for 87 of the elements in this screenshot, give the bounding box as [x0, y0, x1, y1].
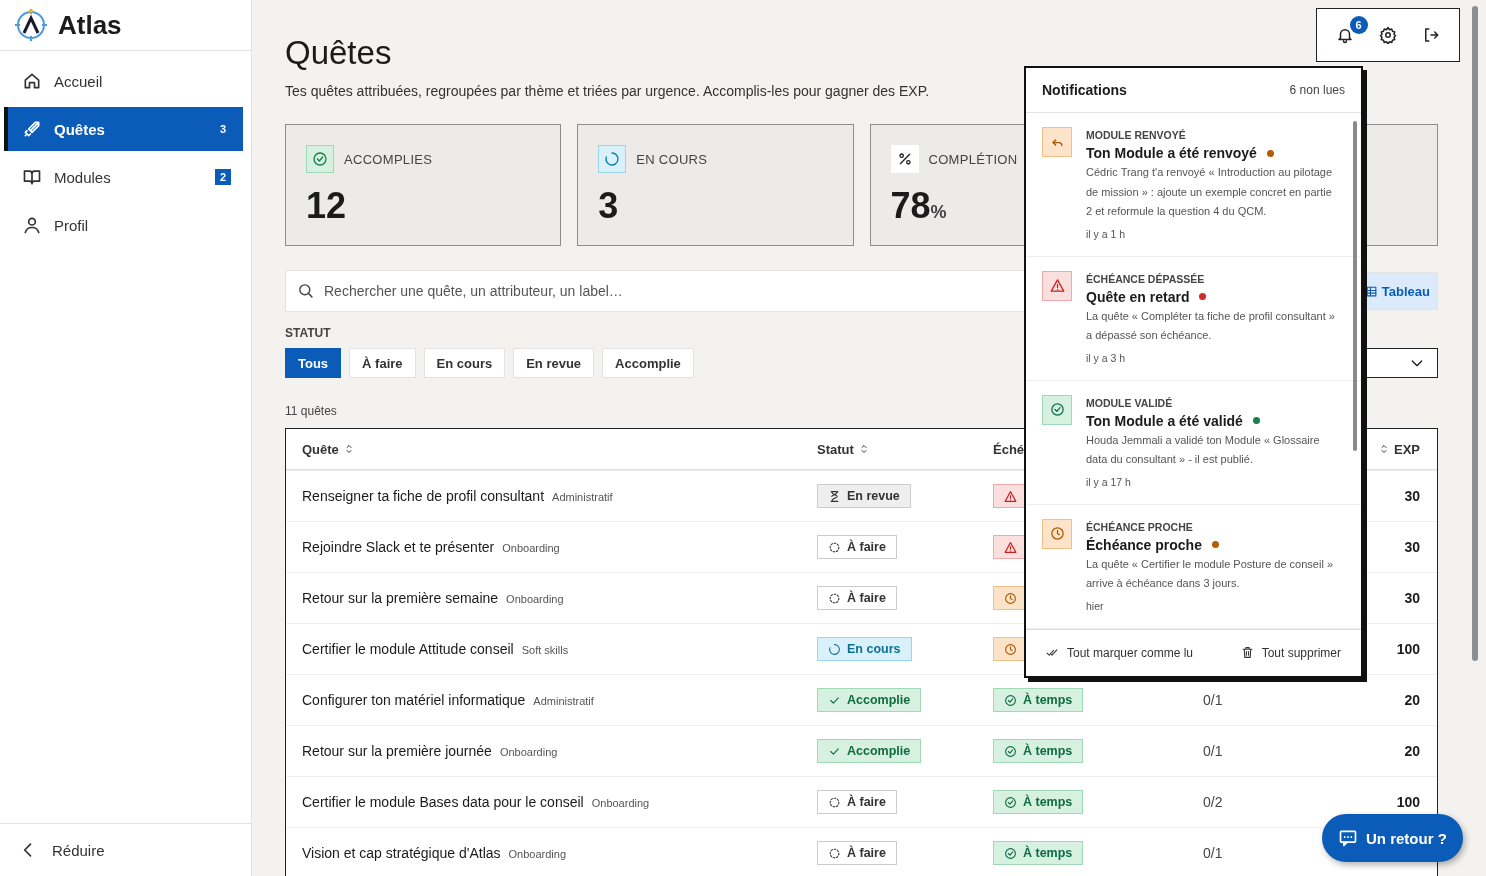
page-subtitle: Tes quêtes attribuées, regroupées par thème et triées par urgence. Accomplis-les pour gagner des EXP. — [285, 83, 930, 99]
notification-category: ÉCHÉANCE DÉPASSÉE — [1086, 271, 1206, 287]
notification-text: Cédric Trang t'a renvoyé « Introduction au pilotage de mission » : ajoute un exemple concret en partie 2 et reformule la question 4 du QCM. — [1086, 165, 1334, 219]
notification-title: Quête en retard — [1086, 287, 1190, 307]
filter-chip[interactable]: Tous — [285, 348, 342, 378]
exp-value: 100 — [1395, 794, 1420, 810]
quest-title[interactable]: Certifier le module Bases data pour le conseil — [302, 794, 584, 810]
mark-all-read-button[interactable]: Tout marquer comme lu — [1046, 645, 1194, 660]
status-badge: En revue — [817, 484, 911, 508]
filter-label: STATUT — [285, 326, 331, 340]
exp-value: 20 — [1403, 692, 1420, 708]
status-badge: À faire — [817, 790, 897, 814]
status-badge: À faire — [817, 841, 897, 865]
status-badge: Accomplie — [817, 688, 922, 712]
status-badge: À faire — [817, 586, 897, 610]
notification-category: MODULE VALIDÉ — [1086, 395, 1174, 411]
nav-item[interactable]: Modules 2 — [4, 155, 243, 199]
notification-time: il y a 17 h — [1086, 474, 1132, 490]
column-header[interactable]: Statut — [817, 441, 993, 457]
quest-tag: Onboarding — [508, 848, 567, 860]
progress-count: 0/1 — [1203, 743, 1224, 759]
notification-item[interactable]: ÉCHÉANCE PROCHE Échéance proche La quête « Certifier le module Posture de conseil » arrive à échéance dans 3 jours. hier — [1026, 504, 1361, 629]
progress-count: 0/2 — [1203, 794, 1224, 810]
nav-item[interactable]: Profil — [4, 203, 243, 247]
collapse-link[interactable]: Réduire — [0, 823, 251, 876]
deadline-badge: À temps — [993, 790, 1084, 814]
notification-text: La quête « Certifier le module Posture de conseil » arrive à échéance dans 3 jours. — [1086, 556, 1335, 591]
notification-time: hier — [1086, 598, 1105, 614]
filter-chip[interactable]: À faire — [349, 348, 416, 378]
notification-title: Ton Module a été validé — [1086, 411, 1243, 431]
delete-all-button[interactable]: Tout supprimer — [1240, 645, 1341, 660]
notification-category: MODULE RENVOYÉ — [1086, 128, 1187, 143]
exp-value: 30 — [1403, 590, 1420, 606]
filter-chip[interactable]: En revue — [513, 348, 595, 378]
stat-label: COMPLÉTION — [928, 151, 1018, 167]
deadline-badge: À temps — [993, 841, 1084, 865]
deadline-badge: À temps — [993, 688, 1084, 712]
stat-value: 12 — [306, 185, 347, 227]
notification-count: 6 — [1349, 16, 1368, 34]
status-badge: En cours — [817, 637, 912, 661]
filter-chip[interactable]: En cours — [423, 348, 506, 378]
quest-tag: Onboarding — [591, 797, 650, 809]
quest-tag: Onboarding — [499, 746, 558, 758]
quest-tag: Soft skills — [521, 644, 569, 656]
quest-tag: Onboarding — [506, 593, 564, 605]
exp-value: 100 — [1395, 641, 1420, 657]
quest-tag: Administratif — [552, 491, 613, 503]
unread-count: 6 non lues — [1289, 83, 1345, 97]
quest-title[interactable]: Retour sur la première journée — [302, 743, 492, 759]
stat-label: EN COURS — [636, 151, 708, 167]
quest-title[interactable]: Configurer ton matériel informatique — [302, 692, 526, 708]
progress-count: 0/1 — [1203, 845, 1224, 861]
status-badge: Accomplie — [817, 739, 922, 763]
quest-title[interactable]: Renseigner ta fiche de profil consultant — [302, 488, 545, 504]
exp-value: 30 — [1403, 488, 1420, 504]
column-header[interactable]: Quête — [302, 441, 817, 457]
count-label: 3 — [218, 122, 227, 137]
quest-title[interactable]: Vision et cap stratégique d'Atlas — [302, 845, 501, 861]
progress-count: 0/1 — [1203, 692, 1224, 708]
nav-item[interactable]: Quêtes 3 — [4, 107, 243, 151]
stat-value: 78 — [890, 185, 931, 227]
exp-value: 30 — [1403, 539, 1420, 555]
count-badge: 2 — [214, 169, 231, 185]
status-badge: À faire — [817, 535, 897, 559]
brand-name: Atlas — [58, 9, 122, 41]
notification-text: Houda Jemmali a validé ton Module « Glossaire data du consultant » - il est publié. — [1086, 432, 1321, 467]
notification-title: Ton Module a été renvoyé — [1086, 144, 1257, 163]
deadline-badge: À temps — [993, 739, 1084, 763]
stat-unit: % — [930, 202, 947, 223]
feedback-button[interactable]: Un retour ? — [1322, 814, 1463, 862]
result-count: 11 quêtes — [285, 404, 337, 418]
filter-chip[interactable]: Accomplie — [602, 348, 694, 378]
notification-category: ÉCHÉANCE PROCHE — [1086, 519, 1194, 535]
exp-value: 20 — [1403, 743, 1420, 759]
page-title: Quêtes — [285, 33, 392, 73]
quest-title[interactable]: Rejoindre Slack et te présenter — [302, 539, 495, 555]
notification-time: il y a 1 h — [1086, 226, 1127, 242]
quest-tag: Administratif — [533, 695, 594, 707]
notification-time: il y a 3 h — [1086, 350, 1127, 366]
quest-tag: Onboarding — [502, 542, 560, 554]
stat-label: ACCOMPLIES — [344, 151, 433, 167]
panel-title: Notifications — [1042, 82, 1127, 98]
notification-title: Échéance proche — [1086, 535, 1202, 555]
quest-title[interactable]: Certifier le module Attitude conseil — [302, 641, 514, 657]
nav-item[interactable]: Accueil — [4, 59, 243, 103]
quest-title[interactable]: Retour sur la première semaine — [302, 590, 499, 606]
stat-value: 3 — [598, 185, 619, 227]
